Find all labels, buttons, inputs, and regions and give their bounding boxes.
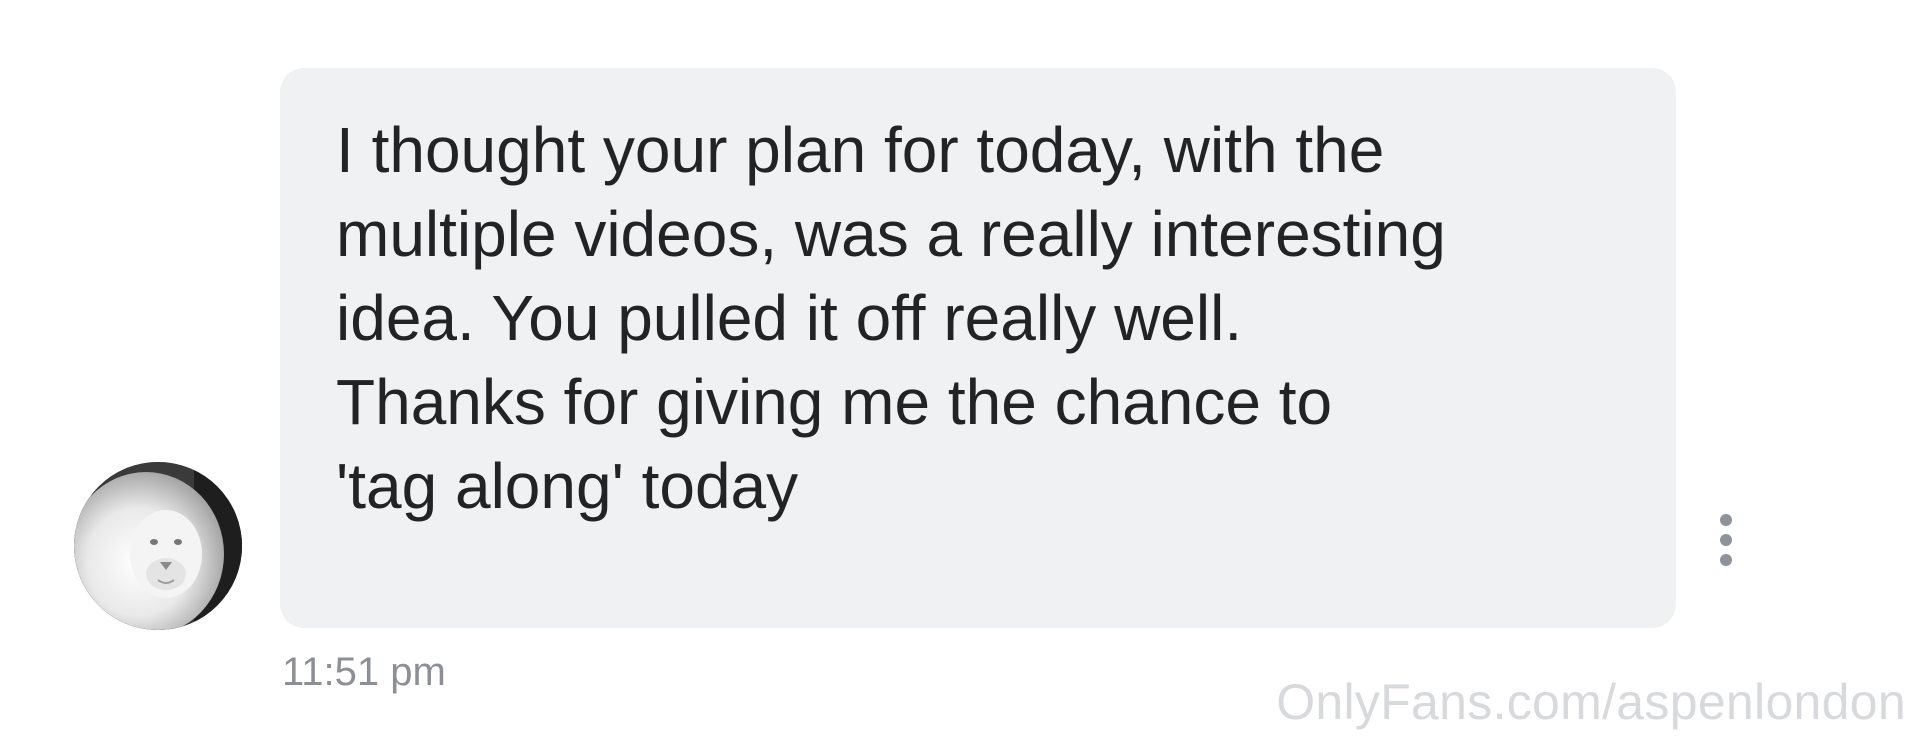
lion-avatar-image xyxy=(74,462,242,630)
message-text: I thought your plan for today, with the … xyxy=(336,114,1446,522)
sender-avatar[interactable] xyxy=(74,462,242,630)
message-timestamp: 11:51 pm xyxy=(282,650,446,694)
message-options-button[interactable] xyxy=(1712,512,1740,568)
watermark-text: OnlyFans.com/aspenlondon xyxy=(1276,674,1906,730)
message-bubble[interactable]: I thought your plan for today, with the … xyxy=(280,68,1676,628)
